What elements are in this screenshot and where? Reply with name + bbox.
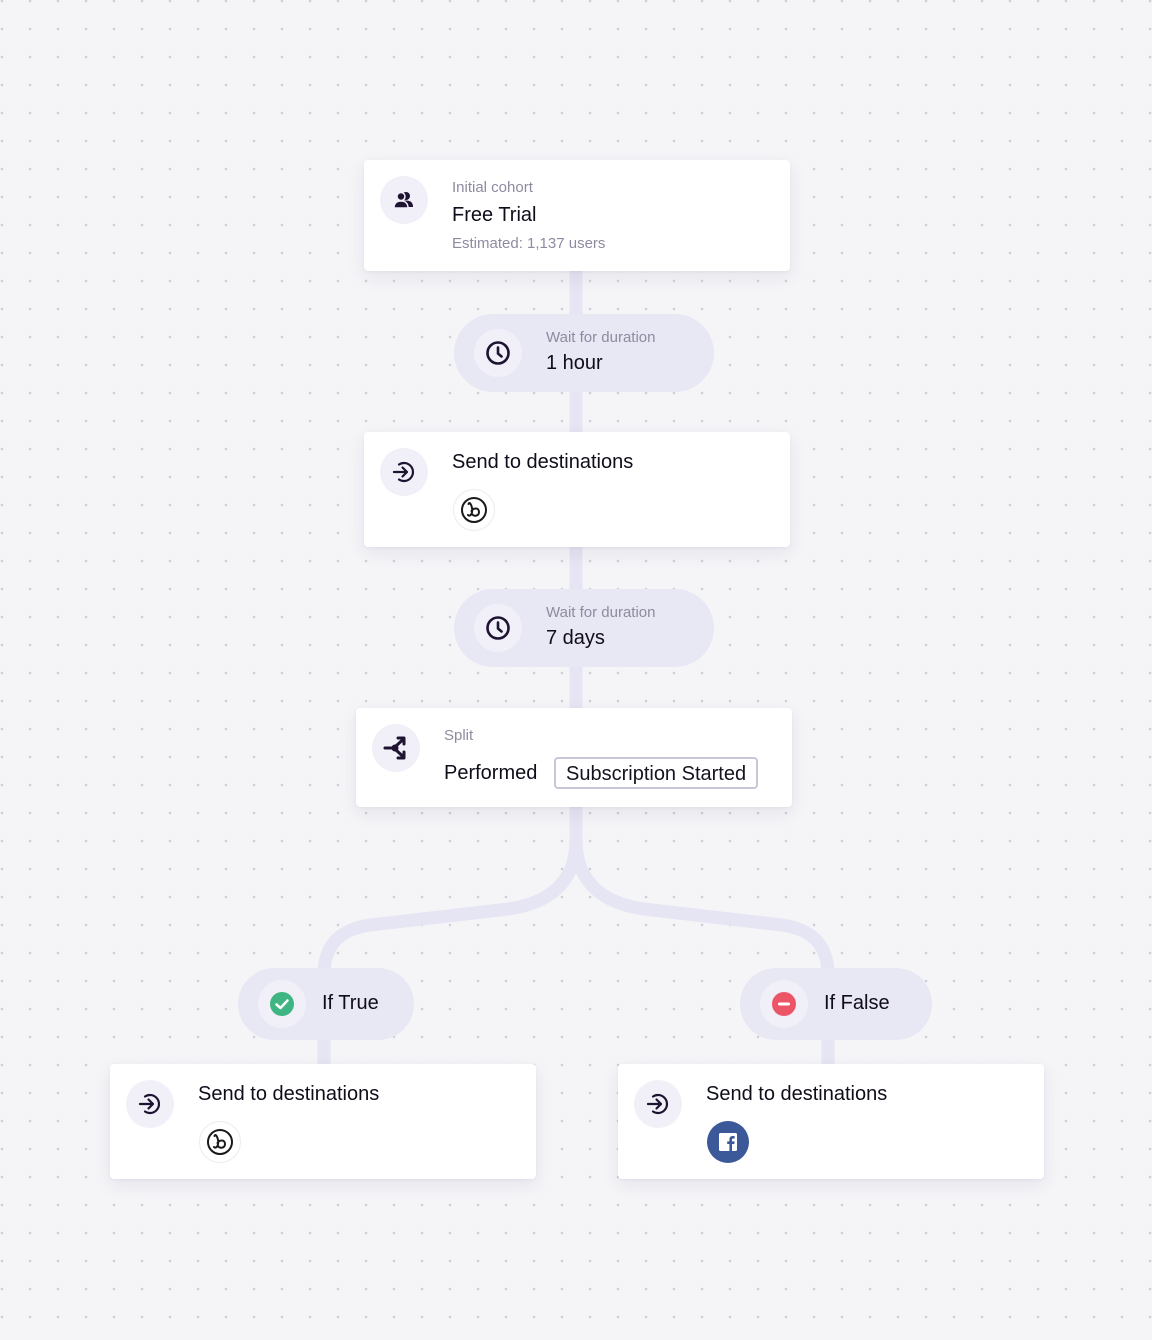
send-arrow-icon	[646, 1093, 669, 1115]
wait-step-2[interactable]: Wait for duration 7 days	[454, 589, 714, 667]
cohort-card[interactable]: Initial cohort Free Trial Estimated: 1,1…	[364, 160, 790, 271]
wait-label: Wait for duration	[546, 329, 656, 346]
users-icon	[393, 191, 413, 209]
send-destinations-card-false[interactable]: Send to destinations	[618, 1064, 1044, 1179]
branch-if-true[interactable]: If True	[238, 968, 414, 1040]
clock-icon	[486, 616, 510, 640]
split-condition: Performed	[444, 762, 538, 784]
send-destinations-card-1[interactable]: Send to destinations	[364, 432, 790, 547]
cohort-label: Initial cohort	[452, 179, 533, 196]
branch-true-label: If True	[322, 992, 379, 1014]
split-label: Split	[444, 727, 474, 744]
wait-icon-circle	[474, 604, 522, 652]
true-icon-circle	[258, 980, 306, 1028]
destination-braze[interactable]	[453, 489, 495, 531]
braze-logo-icon	[461, 497, 487, 523]
send-arrow-icon	[392, 461, 415, 483]
split-card[interactable]: Split Performed Subscription Started	[356, 708, 792, 807]
split-icon-circle	[372, 724, 420, 772]
facebook-logo-icon	[719, 1133, 737, 1151]
send-icon-circle	[634, 1080, 682, 1128]
split-icon	[383, 736, 406, 760]
wait-label: Wait for duration	[546, 604, 656, 621]
check-circle-icon	[270, 992, 294, 1016]
clock-icon	[486, 341, 510, 365]
cohort-estimate: Estimated: 1,137 users	[452, 235, 606, 252]
branch-if-false[interactable]: If False	[740, 968, 932, 1040]
send-icon-circle	[126, 1080, 174, 1128]
connector-split-false	[569, 806, 835, 976]
wait-step-1[interactable]: Wait for duration 1 hour	[454, 314, 714, 392]
send-title: Send to destinations	[198, 1083, 380, 1105]
wait-icon-circle	[474, 329, 522, 377]
send-title: Send to destinations	[452, 451, 634, 473]
connector-split-true	[317, 806, 583, 976]
send-icon-circle	[380, 448, 428, 496]
false-icon-circle	[760, 980, 808, 1028]
cohort-icon-circle	[380, 176, 428, 224]
cohort-title: Free Trial	[452, 204, 537, 226]
wait-value: 1 hour	[546, 352, 603, 374]
minus-circle-icon	[772, 992, 796, 1016]
send-arrow-icon	[138, 1093, 161, 1115]
split-event-selector[interactable]: Subscription Started	[554, 757, 759, 789]
braze-logo-icon	[207, 1129, 233, 1155]
send-title: Send to destinations	[706, 1083, 888, 1105]
destination-facebook[interactable]	[707, 1121, 749, 1163]
branch-false-label: If False	[824, 992, 890, 1014]
send-destinations-card-true[interactable]: Send to destinations	[110, 1064, 536, 1179]
wait-value: 7 days	[546, 627, 605, 649]
destination-braze[interactable]	[199, 1121, 241, 1163]
